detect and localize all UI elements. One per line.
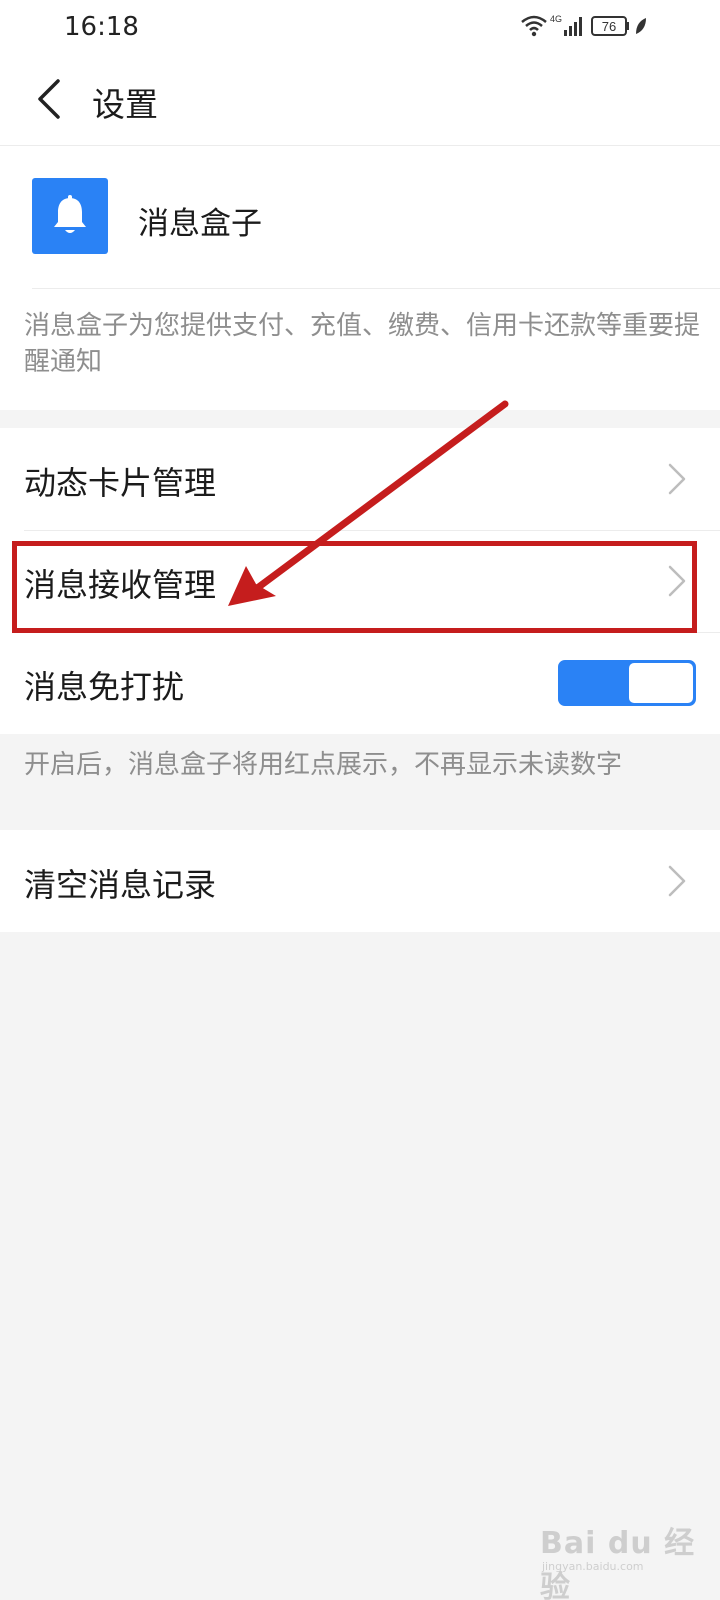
battery-icon: 76 <box>591 16 629 36</box>
signal-icon <box>564 17 582 36</box>
do-not-disturb-item: 消息免打扰 <box>0 632 720 734</box>
chevron-right-icon <box>668 865 686 897</box>
dynamic-card-management-item[interactable]: 动态卡片管理 <box>0 428 720 530</box>
status-bar: 16:18 4G 76 <box>0 0 720 52</box>
wifi-icon <box>521 15 547 37</box>
watermark-brand: Bai du 经验 <box>540 1526 696 1600</box>
chevron-right-icon <box>668 463 686 495</box>
clear-message-records-item[interactable]: 清空消息记录 <box>0 830 720 932</box>
page-title: 设置 <box>92 85 158 124</box>
do-not-disturb-hint: 开启后，消息盒子将用红点展示，不再显示未读数字 <box>24 750 623 780</box>
leaf-icon <box>636 18 646 34</box>
item-label: 清空消息记录 <box>24 866 217 904</box>
do-not-disturb-toggle[interactable] <box>558 660 696 706</box>
watermark: Bai du 经验 jingyan.baidu.com <box>540 1518 700 1600</box>
status-icons: 4G 76 <box>520 12 660 40</box>
status-time: 16:18 <box>64 12 139 42</box>
item-label: 消息免打扰 <box>24 668 185 706</box>
annotation-highlight-box <box>12 541 697 633</box>
app-info-section: 消息盒子 消息盒子为您提供支付、充值、缴费、信用卡还款等重要提醒通知 <box>0 146 720 410</box>
network-type: 4G <box>550 14 562 24</box>
app-description: 消息盒子为您提供支付、充值、缴费、信用卡还款等重要提醒通知 <box>24 311 701 377</box>
back-button[interactable] <box>26 74 70 124</box>
app-icon <box>32 178 108 254</box>
toggle-knob <box>629 663 693 703</box>
divider <box>32 288 720 289</box>
chevron-left-icon <box>38 79 60 119</box>
settings-group-clear: 清空消息记录 <box>0 830 720 932</box>
battery-level: 76 <box>602 19 616 34</box>
item-label: 动态卡片管理 <box>24 464 217 502</box>
header: 设置 <box>0 52 720 146</box>
app-name: 消息盒子 <box>138 206 262 242</box>
watermark-url: jingyan.baidu.com <box>542 1560 644 1573</box>
bell-icon <box>54 195 86 233</box>
